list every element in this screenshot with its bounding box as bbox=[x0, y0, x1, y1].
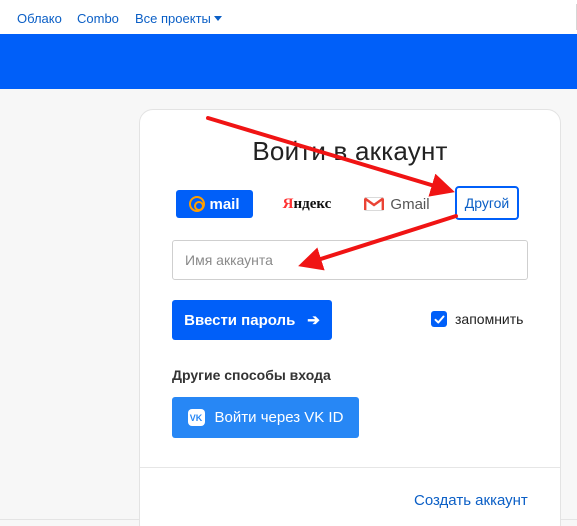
provider-mail-button[interactable]: mail bbox=[176, 190, 253, 218]
nav-link-all-projects[interactable]: Все проекты bbox=[135, 11, 222, 26]
provider-yandex-label: ндекс bbox=[293, 195, 332, 212]
chevron-down-icon bbox=[213, 16, 222, 21]
remember-me-toggle[interactable]: запомнить bbox=[431, 311, 523, 327]
provider-mail-label: mail bbox=[209, 195, 240, 213]
nav-link-combo[interactable]: Combo bbox=[77, 11, 119, 26]
login-title: Войти в аккаунт bbox=[252, 136, 448, 166]
provider-yandex-button[interactable]: Яндекс bbox=[279, 190, 335, 218]
enter-password-label: Ввести пароль bbox=[184, 311, 296, 329]
vk-id-login-label: Войти через VK ID bbox=[214, 409, 344, 426]
header-banner bbox=[0, 34, 577, 89]
nav-link-cloud[interactable]: Облако bbox=[17, 11, 62, 26]
provider-other-button[interactable]: Другой bbox=[455, 186, 519, 220]
other-methods-heading: Другие способы входа bbox=[172, 367, 331, 383]
arrow-right-icon: ➔ bbox=[307, 312, 320, 329]
checkmark-icon bbox=[434, 315, 444, 323]
provider-gmail-button[interactable]: Gmail bbox=[360, 190, 434, 218]
vk-icon: VK bbox=[187, 409, 205, 426]
enter-password-button[interactable]: Ввести пароль ➔ bbox=[172, 300, 332, 340]
card-footer-divider bbox=[140, 467, 560, 468]
account-name-input[interactable] bbox=[172, 240, 528, 280]
provider-yandex-initial: Я bbox=[282, 195, 294, 212]
vk-id-login-button[interactable]: VK Войти через VK ID bbox=[172, 397, 359, 438]
gmail-icon bbox=[364, 197, 385, 211]
top-navigation: Облако Combo Все проекты bbox=[0, 0, 577, 34]
remember-me-checkbox[interactable] bbox=[431, 311, 447, 327]
provider-gmail-label: Gmail bbox=[390, 195, 430, 213]
remember-me-label: запомнить bbox=[455, 311, 524, 327]
create-account-link[interactable]: Создать аккаунт bbox=[414, 492, 528, 509]
at-sign-icon bbox=[189, 196, 206, 212]
nav-link-all-projects-label: Все проекты bbox=[135, 11, 211, 26]
